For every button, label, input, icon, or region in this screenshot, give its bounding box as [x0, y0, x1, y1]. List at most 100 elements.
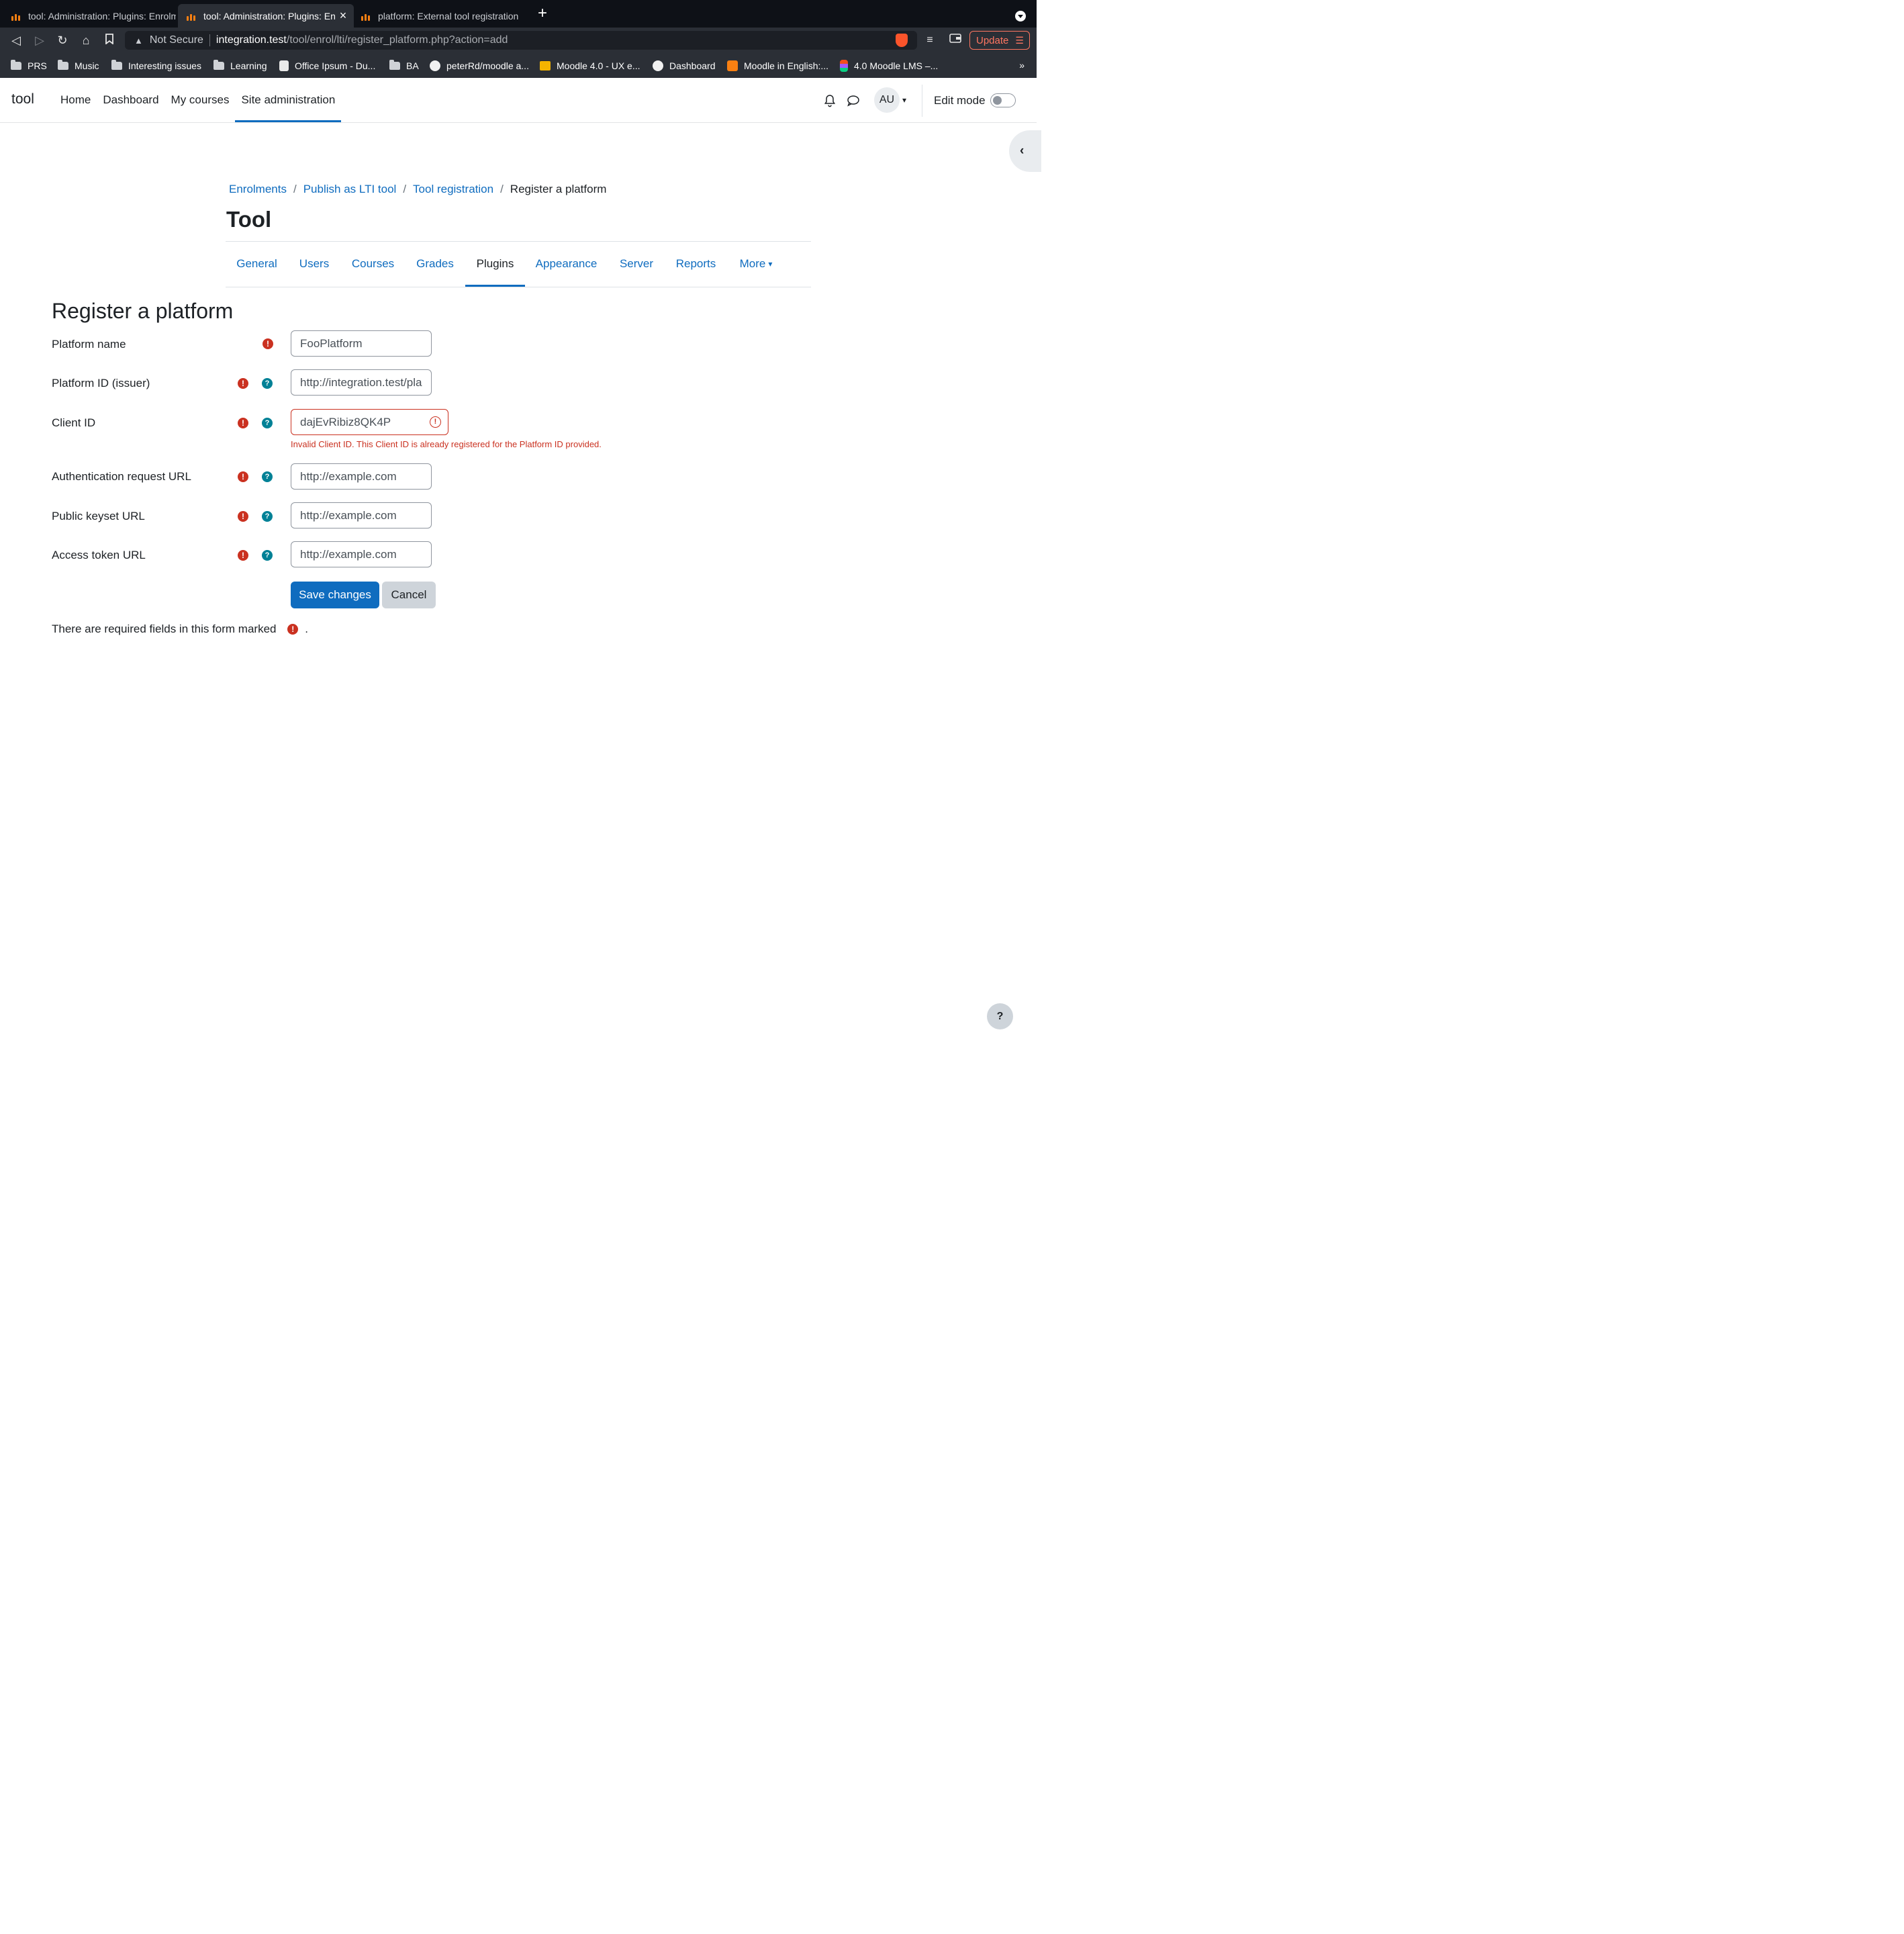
bookmark-moodle-lms[interactable]: 4.0 Moodle LMS –... [840, 53, 938, 78]
tab-appearance[interactable]: Appearance [525, 242, 608, 286]
help-fab-button[interactable]: ? [987, 1003, 1013, 1029]
browser-tab-1[interactable]: tool: Administration: Plugins: Enrolm [3, 4, 176, 28]
access-token-url-input[interactable]: http://example.com [291, 541, 432, 567]
form-heading: Register a platform [52, 299, 234, 323]
required-icon: ! [238, 471, 248, 482]
help-icon[interactable]: ? [262, 471, 273, 482]
platform-name-input[interactable]: FooPlatform [291, 330, 432, 357]
brave-shields-icon[interactable] [896, 34, 908, 47]
toggle-knob [993, 96, 1002, 105]
breadcrumb-separator: / [403, 183, 407, 195]
new-tab-icon[interactable]: + [534, 5, 551, 21]
client-id-input[interactable]: dajEvRibiz8QK4P [291, 409, 448, 435]
tab-more[interactable]: More ▾ [726, 242, 786, 286]
forward-icon[interactable]: ▷ [32, 33, 47, 48]
cancel-button[interactable]: Cancel [382, 582, 436, 608]
tab-grades[interactable]: Grades [406, 242, 465, 286]
bookmark-moodle-ux[interactable]: Moodle 4.0 - UX e... [540, 53, 640, 78]
bookmark-learning[interactable]: Learning [213, 53, 267, 78]
bookmark-label: Learning [230, 60, 267, 71]
bookmark-music[interactable]: Music [58, 53, 99, 78]
bookmark-icon[interactable] [102, 33, 117, 48]
nav-home[interactable]: Home [54, 78, 97, 122]
github-icon [430, 60, 440, 71]
site-brand[interactable]: tool [11, 91, 34, 107]
tab-general[interactable]: General [226, 242, 288, 286]
required-icon: ! [287, 624, 299, 635]
open-block-drawer-button[interactable]: ‹ [1009, 130, 1041, 172]
update-label: Update [976, 34, 1009, 46]
bookmark-moodle-english[interactable]: Moodle in English:... [727, 53, 828, 78]
bookmark-label: BA [406, 60, 419, 71]
tab-users[interactable]: Users [288, 242, 340, 286]
more-bookmarks-icon[interactable]: » [1019, 60, 1025, 71]
help-icon[interactable]: ? [262, 378, 273, 389]
home-icon[interactable]: ⌂ [79, 33, 93, 48]
moodle-favicon-icon [186, 11, 198, 21]
figma-icon [840, 59, 848, 72]
bookmark-interesting-issues[interactable]: Interesting issues [111, 53, 201, 78]
client-id-error: Invalid Client ID. This Client ID is alr… [291, 439, 602, 449]
reload-icon[interactable]: ↻ [55, 33, 70, 48]
bookmark-github[interactable]: peterRd/moodle a... [430, 53, 529, 78]
platform-name-label: Platform name [52, 338, 126, 351]
help-icon[interactable]: ? [262, 550, 273, 561]
chevron-down-icon: ▾ [768, 259, 773, 269]
edit-mode-label: Edit mode [934, 94, 986, 107]
wallet-icon[interactable] [948, 34, 963, 47]
public-keyset-url-input[interactable]: http://example.com [291, 502, 432, 528]
invalid-icon: ! [430, 416, 441, 428]
tab-title: platform: External tool registration [378, 10, 519, 21]
nav-site-administration[interactable]: Site administration [235, 78, 342, 122]
required-icon: ! [263, 338, 273, 349]
edit-mode-toggle[interactable] [990, 93, 1016, 107]
required-icon: ! [238, 378, 248, 389]
playlist-icon[interactable]: ≡ [922, 34, 937, 47]
tab-courses[interactable]: Courses [340, 242, 406, 286]
slides-icon [540, 60, 551, 71]
bookmark-label: Interesting issues [128, 60, 201, 71]
tab-server[interactable]: Server [608, 242, 665, 286]
breadcrumb: Enrolments / Publish as LTI tool / Tool … [229, 183, 606, 196]
back-icon[interactable]: ◁ [9, 33, 23, 48]
primary-nav: Home Dashboard My courses Site administr… [54, 78, 342, 122]
tab-reports[interactable]: Reports [665, 242, 726, 286]
moodle-favicon-icon [11, 11, 23, 21]
tab-more-label: More [739, 257, 766, 270]
nav-dashboard[interactable]: Dashboard [97, 78, 164, 122]
breadcrumb-publish-lti-tool[interactable]: Publish as LTI tool [303, 183, 397, 196]
breadcrumb-separator: / [500, 183, 504, 195]
update-button[interactable]: Update ☰ [969, 31, 1030, 50]
user-avatar[interactable]: AU [874, 87, 900, 113]
help-icon[interactable]: ? [262, 511, 273, 522]
save-changes-button[interactable]: Save changes [291, 582, 379, 608]
browser-tab-3[interactable]: platform: External tool registration [352, 4, 528, 28]
auth-request-url-label: Authentication request URL [52, 470, 191, 483]
url-host: integration.test [216, 34, 287, 46]
warning-icon: ▲ [134, 35, 143, 46]
tab-search-icon[interactable] [1015, 11, 1026, 21]
browser-tab-2[interactable]: tool: Administration: Plugins: En × [178, 4, 354, 28]
bookmark-ba[interactable]: BA [389, 53, 419, 78]
chevron-left-icon: ‹ [1020, 144, 1025, 158]
tab-plugins[interactable]: Plugins [465, 242, 525, 287]
platform-id-input[interactable]: http://integration.test/pla [291, 369, 432, 396]
bookmark-dashboard[interactable]: Dashboard [653, 53, 716, 78]
bookmark-prs[interactable]: PRS [11, 53, 47, 78]
nav-my-courses[interactable]: My courses [165, 78, 236, 122]
address-bar[interactable]: ▲ Not Secure integration.test/tool/enrol… [125, 31, 917, 50]
access-token-url-label: Access token URL [52, 549, 146, 561]
help-icon[interactable]: ? [262, 418, 273, 428]
required-icon: ! [238, 550, 248, 561]
breadcrumb-current: Register a platform [510, 183, 607, 195]
chevron-down-icon[interactable]: ▾ [902, 95, 906, 105]
notifications-bell-icon[interactable] [823, 94, 837, 107]
messages-icon[interactable] [847, 94, 860, 107]
folder-icon [389, 59, 400, 70]
auth-request-url-input[interactable]: http://example.com [291, 463, 432, 490]
bookmark-office-ipsum[interactable]: Office Ipsum - Du... [279, 53, 375, 78]
close-tab-icon[interactable]: × [336, 9, 350, 23]
breadcrumb-enrolments[interactable]: Enrolments [229, 183, 287, 196]
folder-icon [111, 59, 122, 70]
breadcrumb-tool-registration[interactable]: Tool registration [413, 183, 493, 196]
